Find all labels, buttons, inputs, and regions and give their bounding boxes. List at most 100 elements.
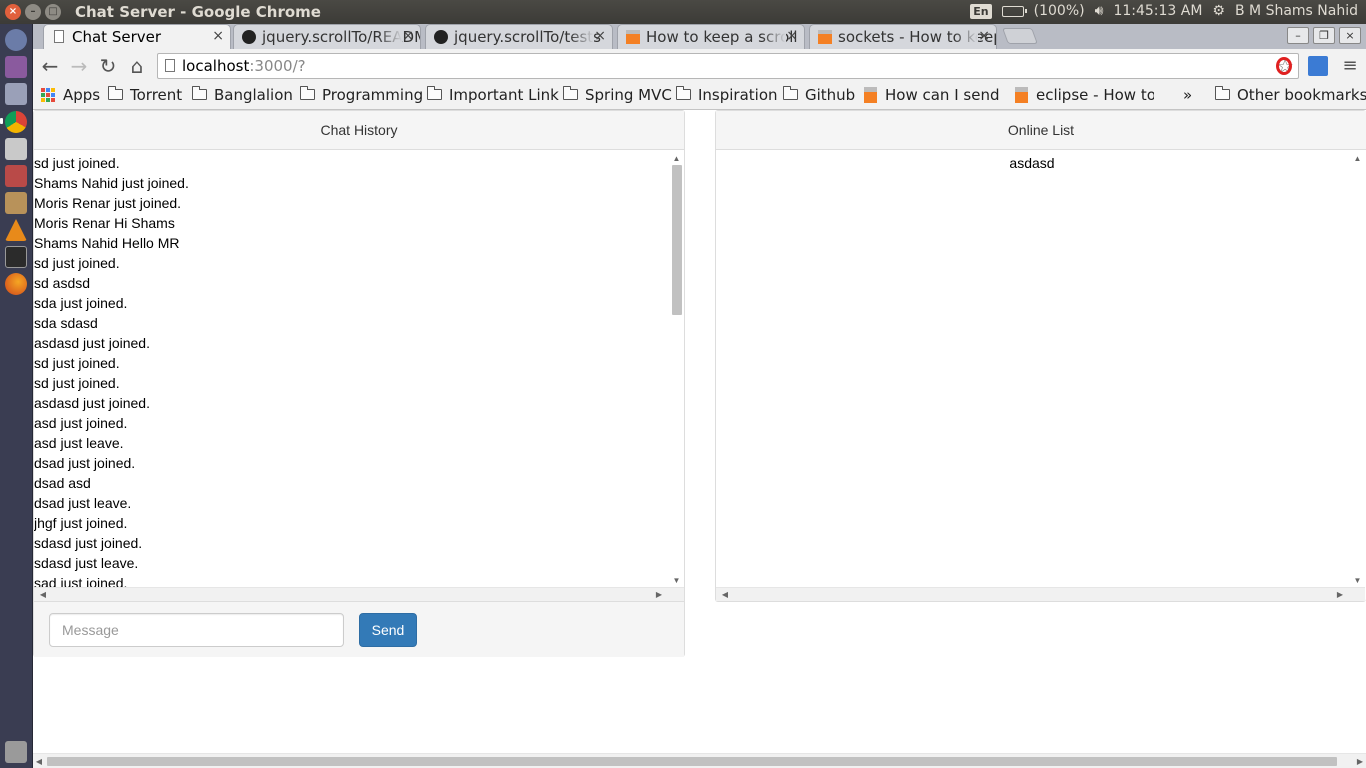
app-launcher: [0, 24, 33, 768]
close-icon[interactable]: ×: [594, 28, 606, 44]
message-input[interactable]: [49, 613, 344, 647]
bookmark-folder-spring-mvc[interactable]: Spring MVC: [563, 86, 672, 104]
chat-message: sdasd just leave.: [34, 555, 139, 571]
online-vertical-scrollbar[interactable]: ▲ ▼: [1350, 151, 1365, 587]
online-list-scroll-area[interactable]: asdasd ▲ ▼ ◀ ▶: [716, 151, 1365, 601]
bookmark-link-eclipse[interactable]: eclipse - How to a: [1014, 86, 1154, 104]
bookmarks-overflow-button[interactable]: »: [1183, 86, 1192, 104]
tab-keep-scroll[interactable]: How to keep a scroll ×: [617, 24, 805, 49]
scroll-left-arrow-icon[interactable]: ◀: [33, 754, 45, 768]
scroll-down-arrow-icon[interactable]: ▼: [1350, 575, 1365, 587]
scroll-up-arrow-icon[interactable]: ▲: [669, 153, 684, 165]
bookmark-label: Spring MVC: [585, 86, 672, 104]
online-user[interactable]: asdasd: [716, 153, 1348, 173]
chat-message: dsad just joined.: [34, 455, 136, 471]
chat-message: asdasd just joined.: [34, 395, 150, 411]
page-horizontal-scrollbar[interactable]: ◀ ▶: [33, 753, 1366, 768]
software-center-icon[interactable]: [5, 83, 27, 105]
extension-icon[interactable]: [1308, 56, 1328, 76]
stackoverflow-icon: [864, 87, 877, 103]
chrome-restore-icon[interactable]: ❐: [1313, 27, 1335, 44]
back-arrow-icon[interactable]: ←: [39, 55, 61, 77]
menu-icon[interactable]: ≡: [1339, 55, 1361, 77]
scroll-right-arrow-icon[interactable]: ▶: [1333, 588, 1347, 601]
stackoverflow-icon: [626, 30, 640, 44]
chat-message: sda sdasd: [34, 315, 98, 331]
home-icon[interactable]: ⌂: [126, 55, 148, 77]
desktop-app-icon[interactable]: [5, 165, 27, 187]
online-horizontal-scrollbar[interactable]: ◀ ▶: [716, 587, 1365, 601]
reload-icon[interactable]: ↻: [97, 55, 119, 77]
battery-percent[interactable]: (100%): [1034, 3, 1085, 19]
chrome-close-icon[interactable]: ×: [1339, 27, 1361, 44]
tab-sockets[interactable]: sockets - How to keep ×: [809, 24, 997, 49]
chrome-minimize-icon[interactable]: –: [1287, 27, 1309, 44]
scrollbar-thumb[interactable]: [47, 757, 1337, 766]
close-icon[interactable]: ×: [786, 28, 798, 44]
folder-icon: [1215, 86, 1230, 100]
close-icon[interactable]: ×: [402, 28, 414, 44]
chat-vertical-scrollbar[interactable]: ▲ ▼: [669, 151, 684, 587]
user-name[interactable]: B M Shams Nahid: [1235, 3, 1358, 19]
bookmark-folder-programming[interactable]: Programming: [300, 86, 423, 104]
window-maximize-icon[interactable]: □: [45, 4, 61, 20]
archive-icon[interactable]: [5, 192, 27, 214]
scrollbar-thumb[interactable]: [672, 165, 682, 315]
tab-chat-server[interactable]: Chat Server ×: [43, 24, 231, 49]
close-icon[interactable]: ×: [212, 28, 224, 44]
opera-extension-icon[interactable]: [1276, 57, 1292, 75]
calendar-icon[interactable]: [5, 138, 27, 160]
scroll-down-arrow-icon[interactable]: ▼: [669, 575, 684, 587]
chrome-icon[interactable]: [5, 111, 27, 133]
other-bookmarks-folder[interactable]: Other bookmarks: [1215, 86, 1366, 104]
bookmark-folder-inspiration[interactable]: Inspiration: [676, 86, 778, 104]
bookmark-folder-banglalion[interactable]: Banglalion: [192, 86, 293, 104]
chat-history-scroll-area[interactable]: sd just joined. Shams Nahid just joined. M…: [34, 151, 684, 601]
folder-icon: [192, 86, 207, 100]
bookmark-label: Torrent: [130, 86, 183, 104]
scroll-left-arrow-icon[interactable]: ◀: [718, 588, 732, 601]
dash-icon[interactable]: [5, 29, 27, 51]
window-minimize-icon[interactable]: –: [25, 4, 41, 20]
vlc-icon[interactable]: [5, 219, 27, 241]
tab-strip: Chat Server × jquery.scrollTo/README × j…: [33, 24, 1366, 49]
bookmark-link-send[interactable]: How can I send an: [863, 86, 1003, 104]
forward-arrow-icon[interactable]: →: [68, 55, 90, 77]
tab-scrollto-tests[interactable]: jquery.scrollTo/tests ×: [425, 24, 613, 49]
bookmark-folder-github[interactable]: Github: [783, 86, 855, 104]
window-close-icon[interactable]: ×: [5, 4, 21, 20]
bookmark-label: How can I send an: [885, 86, 1003, 104]
send-button[interactable]: Send: [359, 613, 417, 647]
chat-message: dsad just leave.: [34, 495, 132, 511]
files-icon[interactable]: [5, 56, 27, 78]
volume-icon[interactable]: 🔊︎: [1095, 3, 1104, 19]
chat-history-panel: Chat History sd just joined. Shams Nahid …: [33, 110, 685, 657]
stackoverflow-icon: [1015, 87, 1028, 103]
gear-icon[interactable]: ⚙: [1212, 3, 1225, 19]
clock[interactable]: 11:45:13 AM: [1113, 3, 1202, 19]
apps-grid-icon: [41, 88, 55, 102]
address-bar[interactable]: localhost:3000/? ☆: [157, 53, 1299, 79]
terminal-icon[interactable]: [5, 246, 27, 268]
battery-icon[interactable]: [1001, 5, 1027, 17]
scroll-right-arrow-icon[interactable]: ▶: [652, 588, 666, 601]
keyboard-layout-indicator[interactable]: En: [970, 3, 992, 19]
tab-label: Chat Server: [72, 28, 162, 46]
firefox-icon[interactable]: [5, 273, 27, 295]
active-indicator: [0, 118, 3, 124]
scroll-left-arrow-icon[interactable]: ◀: [36, 588, 50, 601]
bookmark-folder-torrent[interactable]: Torrent: [108, 86, 182, 104]
bookmark-folder-important-link[interactable]: Important Link: [427, 86, 559, 104]
new-tab-button[interactable]: [1002, 28, 1038, 44]
browser-toolbar: ← → ↻ ⌂ localhost:3000/? ☆ ≡: [33, 49, 1366, 83]
page-icon: [54, 30, 64, 43]
scroll-right-arrow-icon[interactable]: ▶: [1354, 754, 1366, 768]
scroll-up-arrow-icon[interactable]: ▲: [1350, 153, 1365, 165]
close-icon[interactable]: ×: [978, 28, 990, 44]
bookmark-apps[interactable]: Apps: [41, 86, 100, 104]
trash-icon[interactable]: [5, 741, 27, 763]
bookmark-label: Programming: [322, 86, 424, 104]
tab-scrollto-readme[interactable]: jquery.scrollTo/README ×: [233, 24, 421, 49]
chat-horizontal-scrollbar[interactable]: ◀ ▶: [34, 587, 684, 601]
chat-message: asd just joined.: [34, 415, 128, 431]
